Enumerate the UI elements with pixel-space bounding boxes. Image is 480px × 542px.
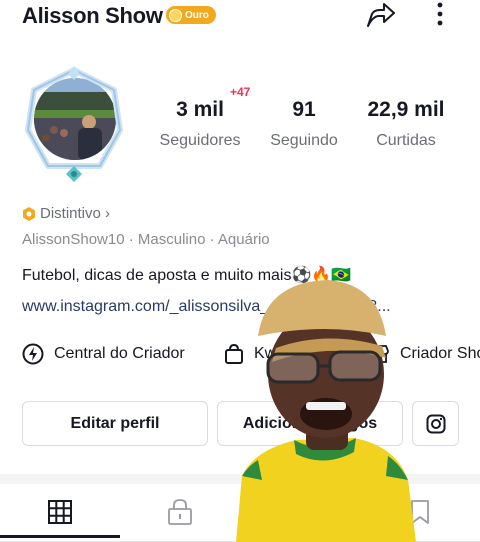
person-figure <box>236 280 416 542</box>
avatar-frame <box>25 66 123 182</box>
stat-value: 3 mil <box>176 98 224 121</box>
tool-label: Central do Criador <box>54 345 185 362</box>
coin-icon <box>169 8 182 22</box>
distintivo-link[interactable]: Distintivo › <box>22 205 110 222</box>
stat-followers[interactable]: 3 mil Seguidores <box>152 98 248 150</box>
profile-header: Alisson Show Ouro <box>0 0 480 36</box>
profile-meta: AlissonShow10 · Masculino · Aquário <box>22 231 270 248</box>
stat-value: 22,9 mil <box>367 98 445 121</box>
stat-label: Seguidores <box>159 132 241 149</box>
badge-hex-icon <box>23 206 35 221</box>
avatar[interactable] <box>20 66 128 184</box>
more-vertical-icon[interactable] <box>428 0 452 30</box>
instagram-icon <box>426 414 445 433</box>
grid-icon <box>48 500 72 524</box>
distintivo-label: Distintivo › <box>40 205 111 222</box>
username: Alisson Show <box>22 3 163 28</box>
gold-badge-label: Ouro <box>185 9 209 21</box>
stat-following[interactable]: 91 Seguindo <box>262 98 346 150</box>
creator-camera-overlay <box>236 270 416 542</box>
edit-profile-button[interactable]: Editar perfil <box>22 401 208 446</box>
tab-videos[interactable] <box>46 498 76 528</box>
active-tab-indicator <box>0 535 120 538</box>
stat-label: Seguindo <box>270 132 338 149</box>
tab-private[interactable] <box>166 498 196 528</box>
new-followers-badge: +47 <box>226 84 259 100</box>
tool-central-criador[interactable]: Central do Criador <box>22 343 185 365</box>
stat-label: Curtidas <box>376 132 436 149</box>
stat-value: 91 <box>292 98 316 121</box>
stat-likes[interactable]: 22,9 mil Curtidas <box>356 98 456 150</box>
instagram-button[interactable] <box>412 401 459 446</box>
gold-badge[interactable]: Ouro <box>166 6 216 24</box>
share-arrow-icon[interactable] <box>362 0 398 30</box>
lightning-icon <box>22 343 44 365</box>
lock-icon <box>168 499 192 525</box>
